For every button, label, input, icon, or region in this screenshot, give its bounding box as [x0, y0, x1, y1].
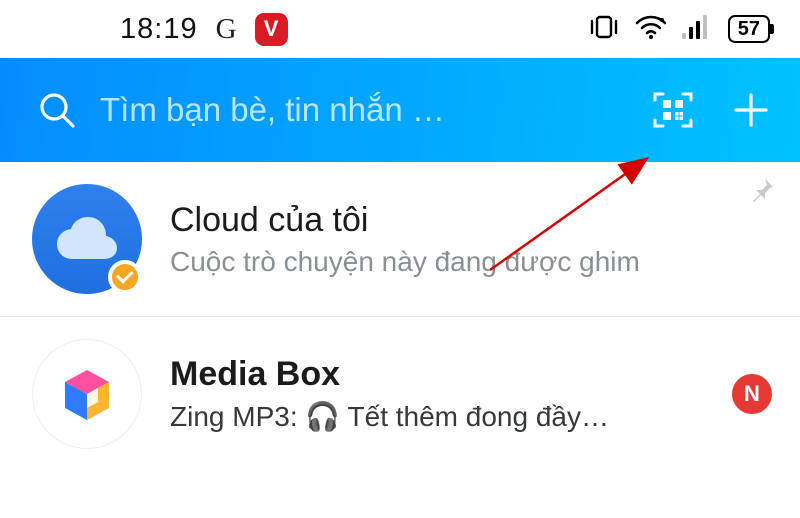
- chat-text: Media Box Zing MP3: 🎧 Tết thêm đong đầy…: [170, 355, 704, 433]
- wifi-icon: [634, 14, 668, 45]
- pin-icon: [748, 176, 776, 209]
- status-g-icon: G: [216, 13, 237, 46]
- qr-icon: [651, 88, 695, 132]
- avatar-media: [32, 339, 142, 449]
- status-bar: 18:19 G V 57: [0, 0, 800, 58]
- chat-text: Cloud của tôi Cuộc trò chuyện này đang đ…: [170, 201, 772, 278]
- search-icon: [37, 90, 77, 130]
- chat-title: Cloud của tôi: [170, 201, 772, 240]
- search-button[interactable]: [22, 75, 92, 145]
- vibrate-icon: [588, 14, 620, 45]
- chat-subtitle: Zing MP3: 🎧 Tết thêm đong đầy…: [170, 400, 704, 433]
- chat-title: Media Box: [170, 355, 704, 394]
- status-v-icon: V: [255, 13, 288, 46]
- qr-scan-button[interactable]: [638, 75, 708, 145]
- avatar-cloud: [32, 184, 142, 294]
- chat-subtitle: Cuộc trò chuyện này đang được ghim: [170, 246, 772, 278]
- chat-item-cloud[interactable]: Cloud của tôi Cuộc trò chuyện này đang đ…: [0, 162, 800, 316]
- plus-icon: [730, 89, 772, 131]
- chat-item-mediabox[interactable]: Media Box Zing MP3: 🎧 Tết thêm đong đầy……: [0, 317, 800, 471]
- search-input[interactable]: Tìm bạn bè, tin nhắn …: [100, 91, 630, 129]
- status-left: 18:19 G V: [120, 13, 288, 46]
- chat-list: Cloud của tôi Cuộc trò chuyện này đang đ…: [0, 162, 800, 471]
- add-button[interactable]: [716, 75, 786, 145]
- mediabox-icon: [51, 358, 123, 430]
- top-app-bar: Tìm bạn bè, tin nhắn …: [0, 58, 800, 162]
- status-time: 18:19: [120, 13, 198, 46]
- signal-icon: [682, 15, 714, 44]
- cloud-icon: [54, 215, 120, 263]
- unread-badge: N: [732, 374, 772, 414]
- status-right: 57: [588, 14, 770, 45]
- avatar-verified-badge: [108, 260, 142, 294]
- battery-level: 57: [728, 15, 770, 43]
